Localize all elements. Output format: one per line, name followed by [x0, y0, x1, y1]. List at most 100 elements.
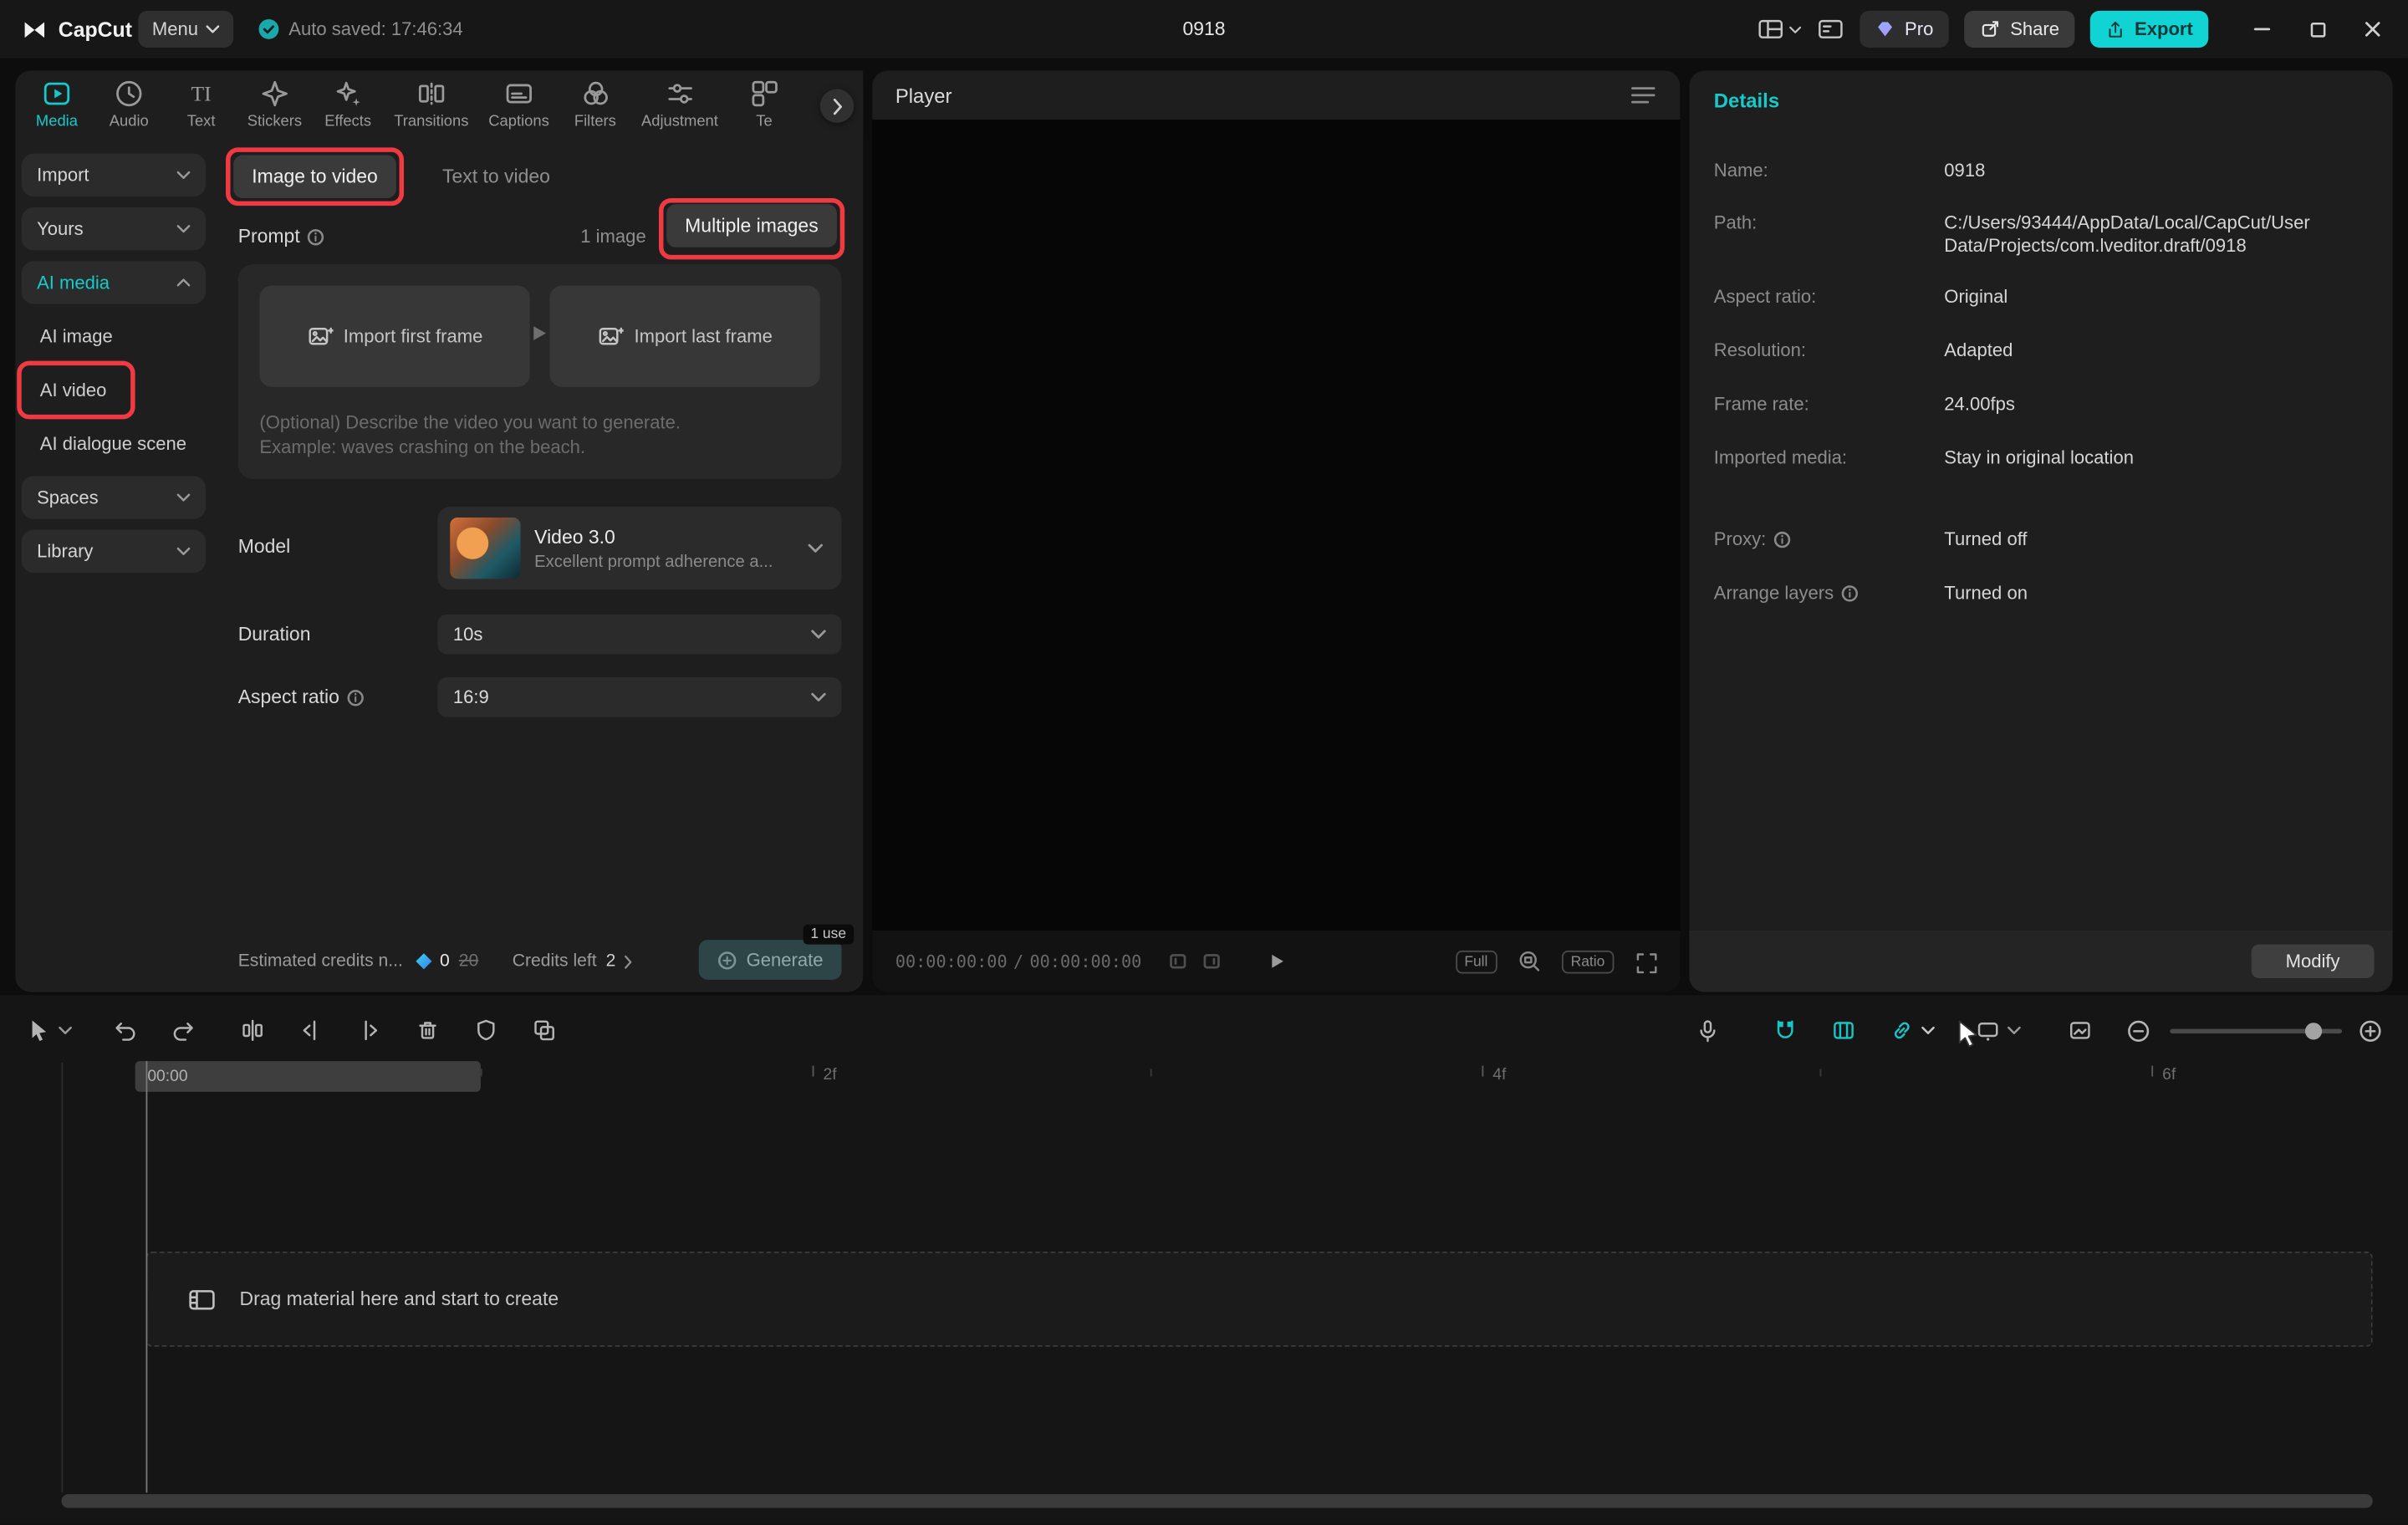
- timeline-ruler[interactable]: 00:00 2f 4f 6f: [0, 1059, 2408, 1093]
- sidebar-label: Spaces: [37, 487, 99, 508]
- maximize-button[interactable]: [2298, 9, 2338, 49]
- chevron-down-icon: [206, 24, 220, 33]
- tab-text[interactable]: TI Text: [175, 79, 227, 143]
- sidebar-label: Yours: [37, 218, 84, 240]
- share-icon: [1979, 18, 2001, 40]
- generate-label: Generate: [747, 949, 824, 971]
- sidebar-item-ai-image[interactable]: AI image: [40, 325, 113, 347]
- auto-snapping-button[interactable]: [1830, 1018, 1856, 1043]
- tab-label: Captions: [488, 114, 548, 130]
- panel-layout-button[interactable]: [1758, 17, 1802, 41]
- drop-hint-text: Drag material here and start to create: [240, 1288, 559, 1310]
- player-viewport[interactable]: [872, 120, 1680, 931]
- tab-audio[interactable]: Audio: [103, 79, 155, 143]
- overlay-crop-icon[interactable]: [532, 1018, 558, 1043]
- delete-right-button[interactable]: [356, 1018, 382, 1043]
- import-last-frame-label: Import last frame: [635, 325, 773, 347]
- link-clips-chevron[interactable]: [1921, 1026, 1936, 1035]
- chevron-down-icon: [811, 692, 826, 701]
- import-first-frame-button[interactable]: Import first frame: [259, 286, 529, 387]
- chevron-down-icon: [176, 224, 191, 233]
- project-title: 0918: [1182, 18, 1225, 40]
- delete-button[interactable]: [415, 1018, 441, 1043]
- redo-button[interactable]: [171, 1018, 196, 1043]
- chevron-down-icon: [176, 493, 191, 502]
- full-quality-button[interactable]: Full: [1455, 950, 1497, 973]
- tab-transitions[interactable]: Transitions: [394, 79, 468, 143]
- timeline-zoom-slider[interactable]: [2170, 1028, 2342, 1033]
- zoom-out-button[interactable]: [2125, 1018, 2151, 1043]
- text-to-video-tab[interactable]: Text to video: [424, 156, 569, 198]
- delete-left-button[interactable]: [298, 1018, 324, 1043]
- modify-button[interactable]: Modify: [2252, 945, 2375, 978]
- chevron-down-icon: [811, 630, 826, 639]
- adjustment-icon: [665, 79, 696, 110]
- sidebar-item-ai-dialogue-scene[interactable]: AI dialogue scene: [40, 433, 186, 455]
- cover-icon[interactable]: [2067, 1018, 2093, 1043]
- zoom-slider-handle[interactable]: [2305, 1022, 2322, 1038]
- play-button[interactable]: [1265, 951, 1287, 972]
- timeline-workspace: 00:00 2f 4f 6f Drag material here and st…: [0, 995, 2408, 1525]
- minimize-button[interactable]: [2242, 9, 2283, 49]
- timeline-scrollbar[interactable]: [61, 1494, 2372, 1508]
- share-button[interactable]: Share: [1964, 11, 2074, 48]
- sidebar-label: Library: [37, 541, 93, 563]
- player-title: Player: [895, 84, 952, 107]
- ratio-button[interactable]: Ratio: [1562, 950, 1615, 973]
- duration-label: Duration: [238, 615, 311, 655]
- tab-effects[interactable]: Effects: [322, 79, 374, 143]
- next-frame-icon[interactable]: [1203, 952, 1222, 971]
- undo-button[interactable]: [112, 1018, 138, 1043]
- magnetic-snap-button[interactable]: [1773, 1018, 1798, 1043]
- select-tool-chevron[interactable]: [59, 1026, 73, 1035]
- tab-captions[interactable]: Captions: [488, 79, 548, 143]
- select-tool-button[interactable]: [28, 1018, 52, 1043]
- tab-filters[interactable]: Filters: [569, 79, 621, 143]
- tab-media[interactable]: Media: [31, 79, 83, 143]
- zoom-fit-icon[interactable]: [1517, 949, 1541, 973]
- generate-button[interactable]: Generate: [699, 940, 842, 980]
- aspect-ratio-dropdown[interactable]: 16:9: [437, 677, 841, 717]
- tab-stickers[interactable]: Stickers: [247, 79, 302, 143]
- sidebar-item-yours[interactable]: Yours: [22, 207, 206, 250]
- sidebar-item-import[interactable]: Import: [22, 154, 206, 196]
- model-dropdown[interactable]: Video 3.0 Excellent prompt adherence a..…: [437, 507, 841, 589]
- timeline-drop-area[interactable]: Drag material here and start to create: [145, 1252, 2372, 1347]
- ruler-minor-tick: [1150, 1069, 1152, 1076]
- info-icon: [1773, 531, 1790, 548]
- sidebar-item-library[interactable]: Library: [22, 530, 206, 573]
- link-clips-button[interactable]: [1889, 1018, 1915, 1043]
- tab-label: Transitions: [394, 114, 468, 130]
- tab-scroll-button[interactable]: [820, 89, 854, 123]
- playhead[interactable]: [145, 1061, 147, 1492]
- detail-label-proxy: Proxy:: [1714, 528, 1791, 550]
- prev-frame-icon[interactable]: [1169, 952, 1187, 971]
- mask-icon[interactable]: [473, 1018, 499, 1043]
- tab-label: Filters: [574, 114, 616, 130]
- fullscreen-icon[interactable]: [1634, 950, 1657, 973]
- adjust-layout-button[interactable]: [1817, 17, 1844, 41]
- menu-button[interactable]: Menu: [138, 11, 233, 48]
- split-button[interactable]: [240, 1018, 266, 1043]
- sidebar-item-spaces[interactable]: Spaces: [22, 476, 206, 518]
- duration-dropdown[interactable]: 10s: [437, 615, 841, 655]
- player-menu-icon[interactable]: [1631, 86, 1656, 105]
- import-last-frame-button[interactable]: Import last frame: [550, 286, 820, 387]
- player-panel: Player 00:00:00:00 / 00:00:00:00 Full Ra…: [872, 70, 1680, 992]
- pro-badge[interactable]: Pro: [1860, 11, 1949, 48]
- ruler-minor-tick: [1820, 1069, 1822, 1076]
- close-button[interactable]: [2353, 9, 2393, 49]
- chevron-right-icon[interactable]: [624, 955, 633, 969]
- track-options-chevron[interactable]: [2008, 1026, 2022, 1035]
- zoom-in-button[interactable]: [2357, 1018, 2383, 1043]
- chevron-down-icon: [176, 171, 191, 180]
- sidebar-item-ai-media[interactable]: AI media: [22, 261, 206, 303]
- tab-adjustment[interactable]: Adjustment: [641, 79, 718, 143]
- sidebar-label: AI media: [37, 272, 110, 293]
- media-strip-icon: [187, 1286, 217, 1312]
- export-button[interactable]: Export: [2090, 11, 2208, 48]
- one-image-button[interactable]: 1 image: [580, 215, 645, 258]
- credit-coin-icon: [717, 950, 737, 970]
- record-voiceover-button[interactable]: [1696, 1018, 1720, 1043]
- prompt-input-area[interactable]: Import first frame Import last frame (Op…: [238, 264, 842, 479]
